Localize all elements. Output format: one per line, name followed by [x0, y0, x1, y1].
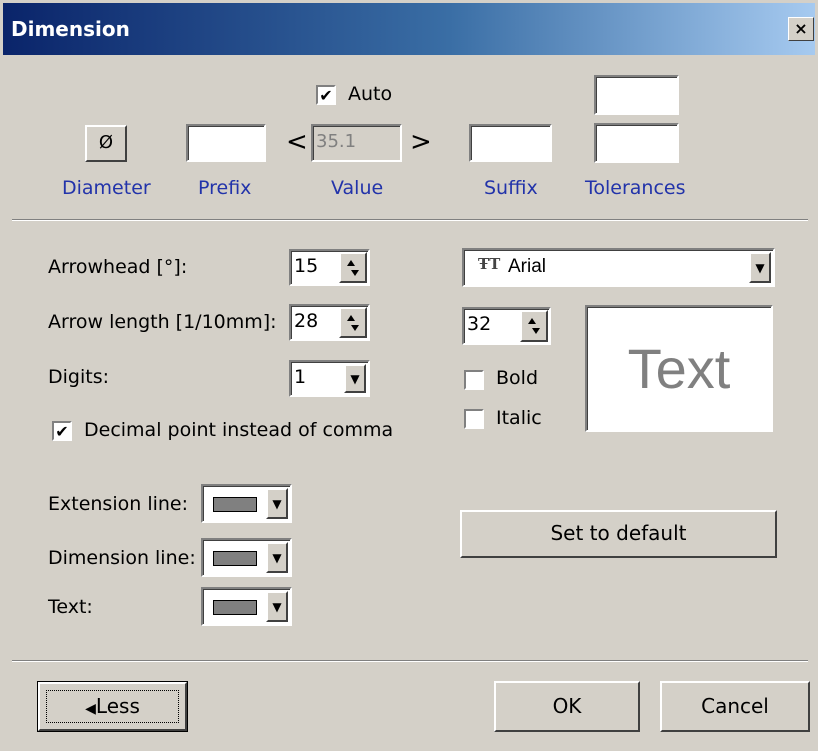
- arrowhead-spinbox[interactable]: 15: [289, 249, 370, 286]
- prefix-input[interactable]: [186, 124, 266, 162]
- triangle-down-icon: ▼: [350, 371, 360, 386]
- spin-arrows-icon: [528, 318, 540, 334]
- triangle-down-icon: ▼: [755, 260, 765, 275]
- italic-checkbox[interactable]: [464, 409, 484, 429]
- arrow-length-spinbox[interactable]: 28: [289, 304, 370, 341]
- bold-checkbox[interactable]: [464, 370, 484, 390]
- decimal-point-checkbox[interactable]: ✔: [52, 421, 72, 441]
- triangle-left-icon: ◀: [85, 701, 96, 717]
- digits-value: 1: [294, 366, 307, 388]
- set-default-button[interactable]: Set to default: [460, 510, 777, 558]
- font-size-spinbox[interactable]: 32: [462, 307, 551, 345]
- digits-dropdown[interactable]: 1 ▼: [289, 360, 370, 397]
- diameter-icon: Ø: [98, 132, 114, 153]
- value-input[interactable]: 35.1: [311, 124, 402, 162]
- footer-separator: [12, 660, 808, 662]
- auto-label: Auto: [348, 83, 393, 105]
- font-dropdown[interactable]: ŦT Arial ▼: [462, 248, 775, 287]
- spin-arrows-icon: [347, 260, 359, 276]
- diameter-label: Diameter: [62, 177, 151, 199]
- close-icon: ×: [794, 19, 808, 38]
- font-size-value: 32: [467, 313, 492, 335]
- digits-dropdown-arrow[interactable]: ▼: [344, 364, 366, 393]
- suffix-label: Suffix: [484, 177, 538, 199]
- checkmark-icon: ✔: [319, 86, 333, 105]
- triangle-down-icon: ▼: [272, 496, 282, 511]
- dimension-line-label: Dimension line:: [48, 547, 196, 569]
- digits-label: Digits:: [48, 366, 109, 388]
- less-button[interactable]: ◀Less: [37, 681, 188, 732]
- font-dropdown-arrow[interactable]: ▼: [749, 252, 771, 283]
- auto-checkbox[interactable]: ✔: [316, 85, 336, 105]
- text-color-swatch: [213, 600, 257, 615]
- tolerance-upper-input[interactable]: [594, 75, 679, 115]
- less-button-label: Less: [95, 694, 140, 718]
- arrowhead-label: Arrowhead [°]:: [48, 256, 188, 278]
- tolerance-lower-input[interactable]: [594, 123, 679, 163]
- dimension-dialog: Dimension × ✔ Auto Ø Diameter Prefix < 3…: [0, 0, 818, 751]
- less-button-content: ◀Less: [38, 694, 187, 721]
- arrow-length-label: Arrow length [1/10mm]:: [48, 311, 277, 333]
- arrowhead-value: 15: [294, 255, 319, 277]
- bold-label: Bold: [496, 367, 538, 389]
- dimension-line-color-picker[interactable]: ▼: [201, 538, 292, 577]
- value-close-bracket: >: [410, 127, 432, 157]
- checkmark-icon: ✔: [55, 422, 69, 441]
- value-label: Value: [331, 177, 384, 199]
- extension-line-color-swatch: [213, 497, 257, 512]
- suffix-input[interactable]: [469, 124, 552, 162]
- close-button[interactable]: ×: [788, 17, 814, 41]
- dimension-line-color-swatch: [213, 551, 257, 566]
- font-name: Arial: [508, 256, 547, 277]
- dialog-title: Dimension: [11, 17, 130, 41]
- text-color-dropdown-arrow[interactable]: ▼: [266, 591, 288, 622]
- arrow-length-spin-arrows[interactable]: [339, 307, 367, 338]
- top-separator: [12, 219, 808, 221]
- font-size-spin-arrows[interactable]: [520, 310, 548, 342]
- decimal-point-label: Decimal point instead of comma: [84, 419, 394, 441]
- prefix-label: Prefix: [198, 177, 252, 199]
- ok-button[interactable]: OK: [494, 681, 640, 732]
- extension-line-color-picker[interactable]: ▼: [201, 484, 292, 523]
- cancel-button[interactable]: Cancel: [660, 681, 810, 732]
- text-color-label: Text:: [48, 596, 93, 618]
- arrowhead-spin-arrows[interactable]: [339, 252, 367, 283]
- dimension-line-dropdown-arrow[interactable]: ▼: [266, 542, 288, 573]
- triangle-down-icon: ▼: [272, 599, 282, 614]
- spin-arrows-icon: [347, 315, 359, 331]
- font-preview-text: Text: [627, 336, 731, 400]
- italic-label: Italic: [496, 407, 542, 429]
- value-open-bracket: <: [286, 127, 308, 157]
- extension-line-dropdown-arrow[interactable]: ▼: [266, 488, 288, 519]
- font-preview-box: Text: [585, 305, 773, 432]
- tolerances-label: Tolerances: [585, 177, 686, 199]
- truetype-font-icon: ŦT: [478, 255, 501, 273]
- diameter-button[interactable]: Ø: [85, 125, 127, 162]
- extension-line-label: Extension line:: [48, 493, 189, 515]
- arrow-length-value: 28: [294, 310, 319, 332]
- triangle-down-icon: ▼: [272, 550, 282, 565]
- text-color-picker[interactable]: ▼: [201, 587, 292, 626]
